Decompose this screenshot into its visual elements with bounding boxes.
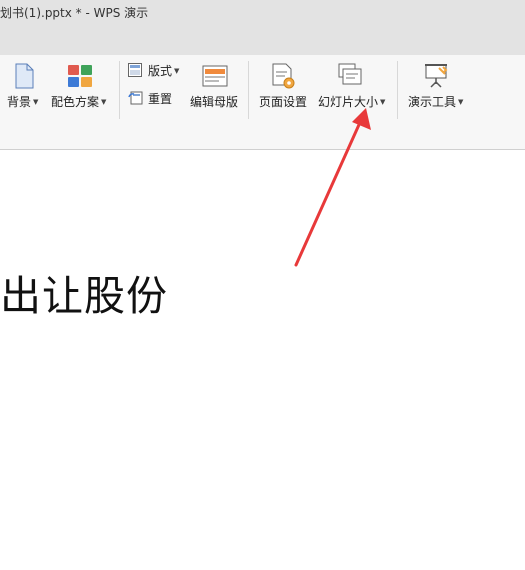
layout-button[interactable]: 版式 ▼ [127,61,185,81]
presentation-tools-button[interactable]: 演示工具 ▼ [405,61,469,113]
toolbar-separator [397,61,398,119]
edit-master-button[interactable]: 编辑母版 [188,61,242,113]
caret-down-icon: ▼ [33,98,39,106]
page-setup-button[interactable]: 页面设置 [256,61,310,113]
slide-size-label: 幻灯片大小 [318,95,379,109]
layout-icon [128,63,142,77]
edit-master-label: 编辑母版 [190,95,239,109]
presentation-tools-label: 演示工具 [408,95,457,109]
caret-down-icon: ▼ [380,98,386,106]
page-setup-icon [272,63,295,89]
edit-master-icon [202,65,228,87]
slide-text[interactable]: 出让股份 [0,262,168,322]
background-label: 背景 [7,95,32,109]
background-icon [15,63,34,89]
color-scheme-button[interactable]: 配色方案 ▼ [48,61,112,113]
color-scheme-label: 配色方案 [51,95,100,109]
caret-down-icon: ▼ [458,98,464,106]
title-bar: 划书(1).pptx * - WPS 演示 [0,0,525,55]
caret-down-icon: ▼ [101,98,107,106]
toolbar-separator [248,61,249,119]
reset-label: 重置 [148,92,173,106]
reset-button[interactable]: 重置 [127,89,177,109]
slide-size-button[interactable]: 幻灯片大小 ▼ [315,61,391,113]
caret-down-icon: ▼ [174,67,180,75]
color-scheme-icon [68,65,92,87]
ribbon-toolbar: 背景 ▼ 配色方案 ▼ 版式 ▼ 重置 编辑母版 页面设置 幻灯片大小 ▼ 演示… [0,55,525,150]
reset-icon [128,91,143,105]
toolbar-separator [119,61,120,119]
presentation-tools-icon [425,64,448,88]
page-setup-label: 页面设置 [259,95,308,109]
background-button[interactable]: 背景 ▼ [6,61,42,113]
window-title: 划书(1).pptx * - WPS 演示 [0,6,149,20]
slide-size-icon [338,63,362,85]
layout-label: 版式 [148,64,173,78]
